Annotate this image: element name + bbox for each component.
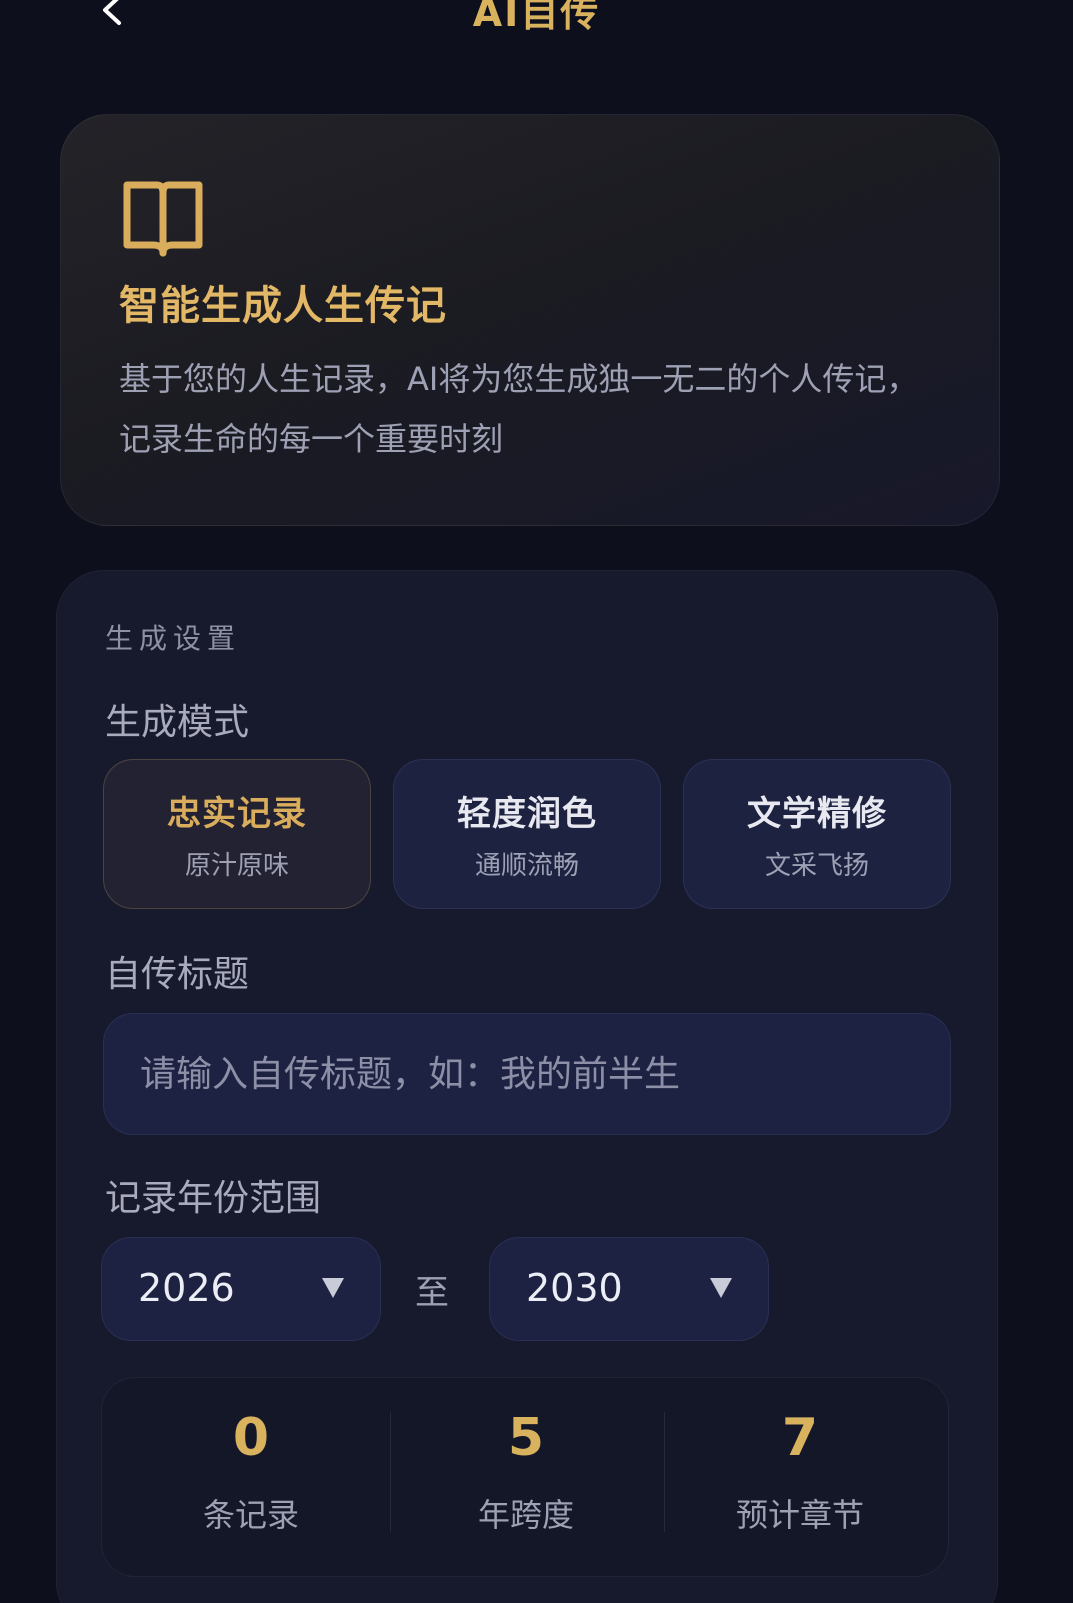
start-year-value: 2026 (138, 1266, 235, 1310)
mode-subtitle: 文采飞扬 (764, 851, 869, 881)
stat-value: 7 (781, 1408, 819, 1468)
stat-label: 预计章节 (735, 1496, 864, 1534)
ai-autobiography-page: AI自传 智能生成人生传记 基于您的人生记录，AI将为您生成独一无二的个人传记，… (0, 0, 1073, 1603)
stat-label: 条记录 (202, 1496, 299, 1534)
mode-title: 忠实记录 (167, 794, 307, 834)
section-label: 生成设置 (105, 622, 242, 655)
mode-title: 轻度润色 (457, 794, 597, 834)
intro-description: 基于您的人生记录，AI将为您生成独一无二的个人传记，记录生命的每一个重要时刻 (119, 360, 919, 458)
stat-year-span: 5 年跨度 (389, 1378, 663, 1568)
title-label: 自传标题 (105, 954, 250, 995)
mode-light-polish-button[interactable]: 轻度润色 通顺流畅 (393, 759, 661, 909)
mode-options: 忠实记录 原汁原味 轻度润色 通顺流畅 文学精修 文采飞扬 (103, 759, 953, 909)
page-title: AI自传 (472, 0, 601, 35)
top-bar: AI自传 (0, 0, 1073, 40)
end-year-value: 2030 (526, 1266, 623, 1310)
settings-card: 生成设置 生成模式 忠实记录 原汁原味 轻度润色 通顺流畅 文学精修 文采飞扬 … (56, 570, 998, 1603)
stat-value: 5 (507, 1408, 545, 1468)
mode-literary-button[interactable]: 文学精修 文采飞扬 (683, 759, 951, 909)
intro-card: 智能生成人生传记 基于您的人生记录，AI将为您生成独一无二的个人传记，记录生命的… (60, 114, 1000, 526)
stat-value: 0 (232, 1408, 270, 1468)
stat-label: 年跨度 (477, 1496, 574, 1534)
mode-subtitle: 通顺流畅 (474, 851, 579, 881)
mode-title: 文学精修 (747, 794, 887, 834)
mode-subtitle: 原汁原味 (184, 851, 289, 881)
start-year-select[interactable]: 2026 (101, 1237, 381, 1341)
end-year-select[interactable]: 2030 (489, 1237, 769, 1341)
range-separator: 至 (415, 1273, 449, 1313)
dropdown-arrow-icon (710, 1278, 732, 1298)
title-input[interactable] (103, 1013, 951, 1135)
stats-panel: 0 条记录 5 年跨度 7 预计章节 (101, 1377, 949, 1577)
mode-faithful-button[interactable]: 忠实记录 原汁原味 (103, 759, 371, 909)
intro-title: 智能生成人生传记 (119, 283, 447, 329)
mode-label: 生成模式 (105, 702, 250, 743)
stat-records: 0 条记录 (114, 1378, 388, 1568)
year-range-label: 记录年份范围 (105, 1178, 322, 1219)
dropdown-arrow-icon (322, 1278, 344, 1298)
book-icon (123, 181, 203, 257)
stat-chapters: 7 预计章节 (663, 1378, 937, 1568)
